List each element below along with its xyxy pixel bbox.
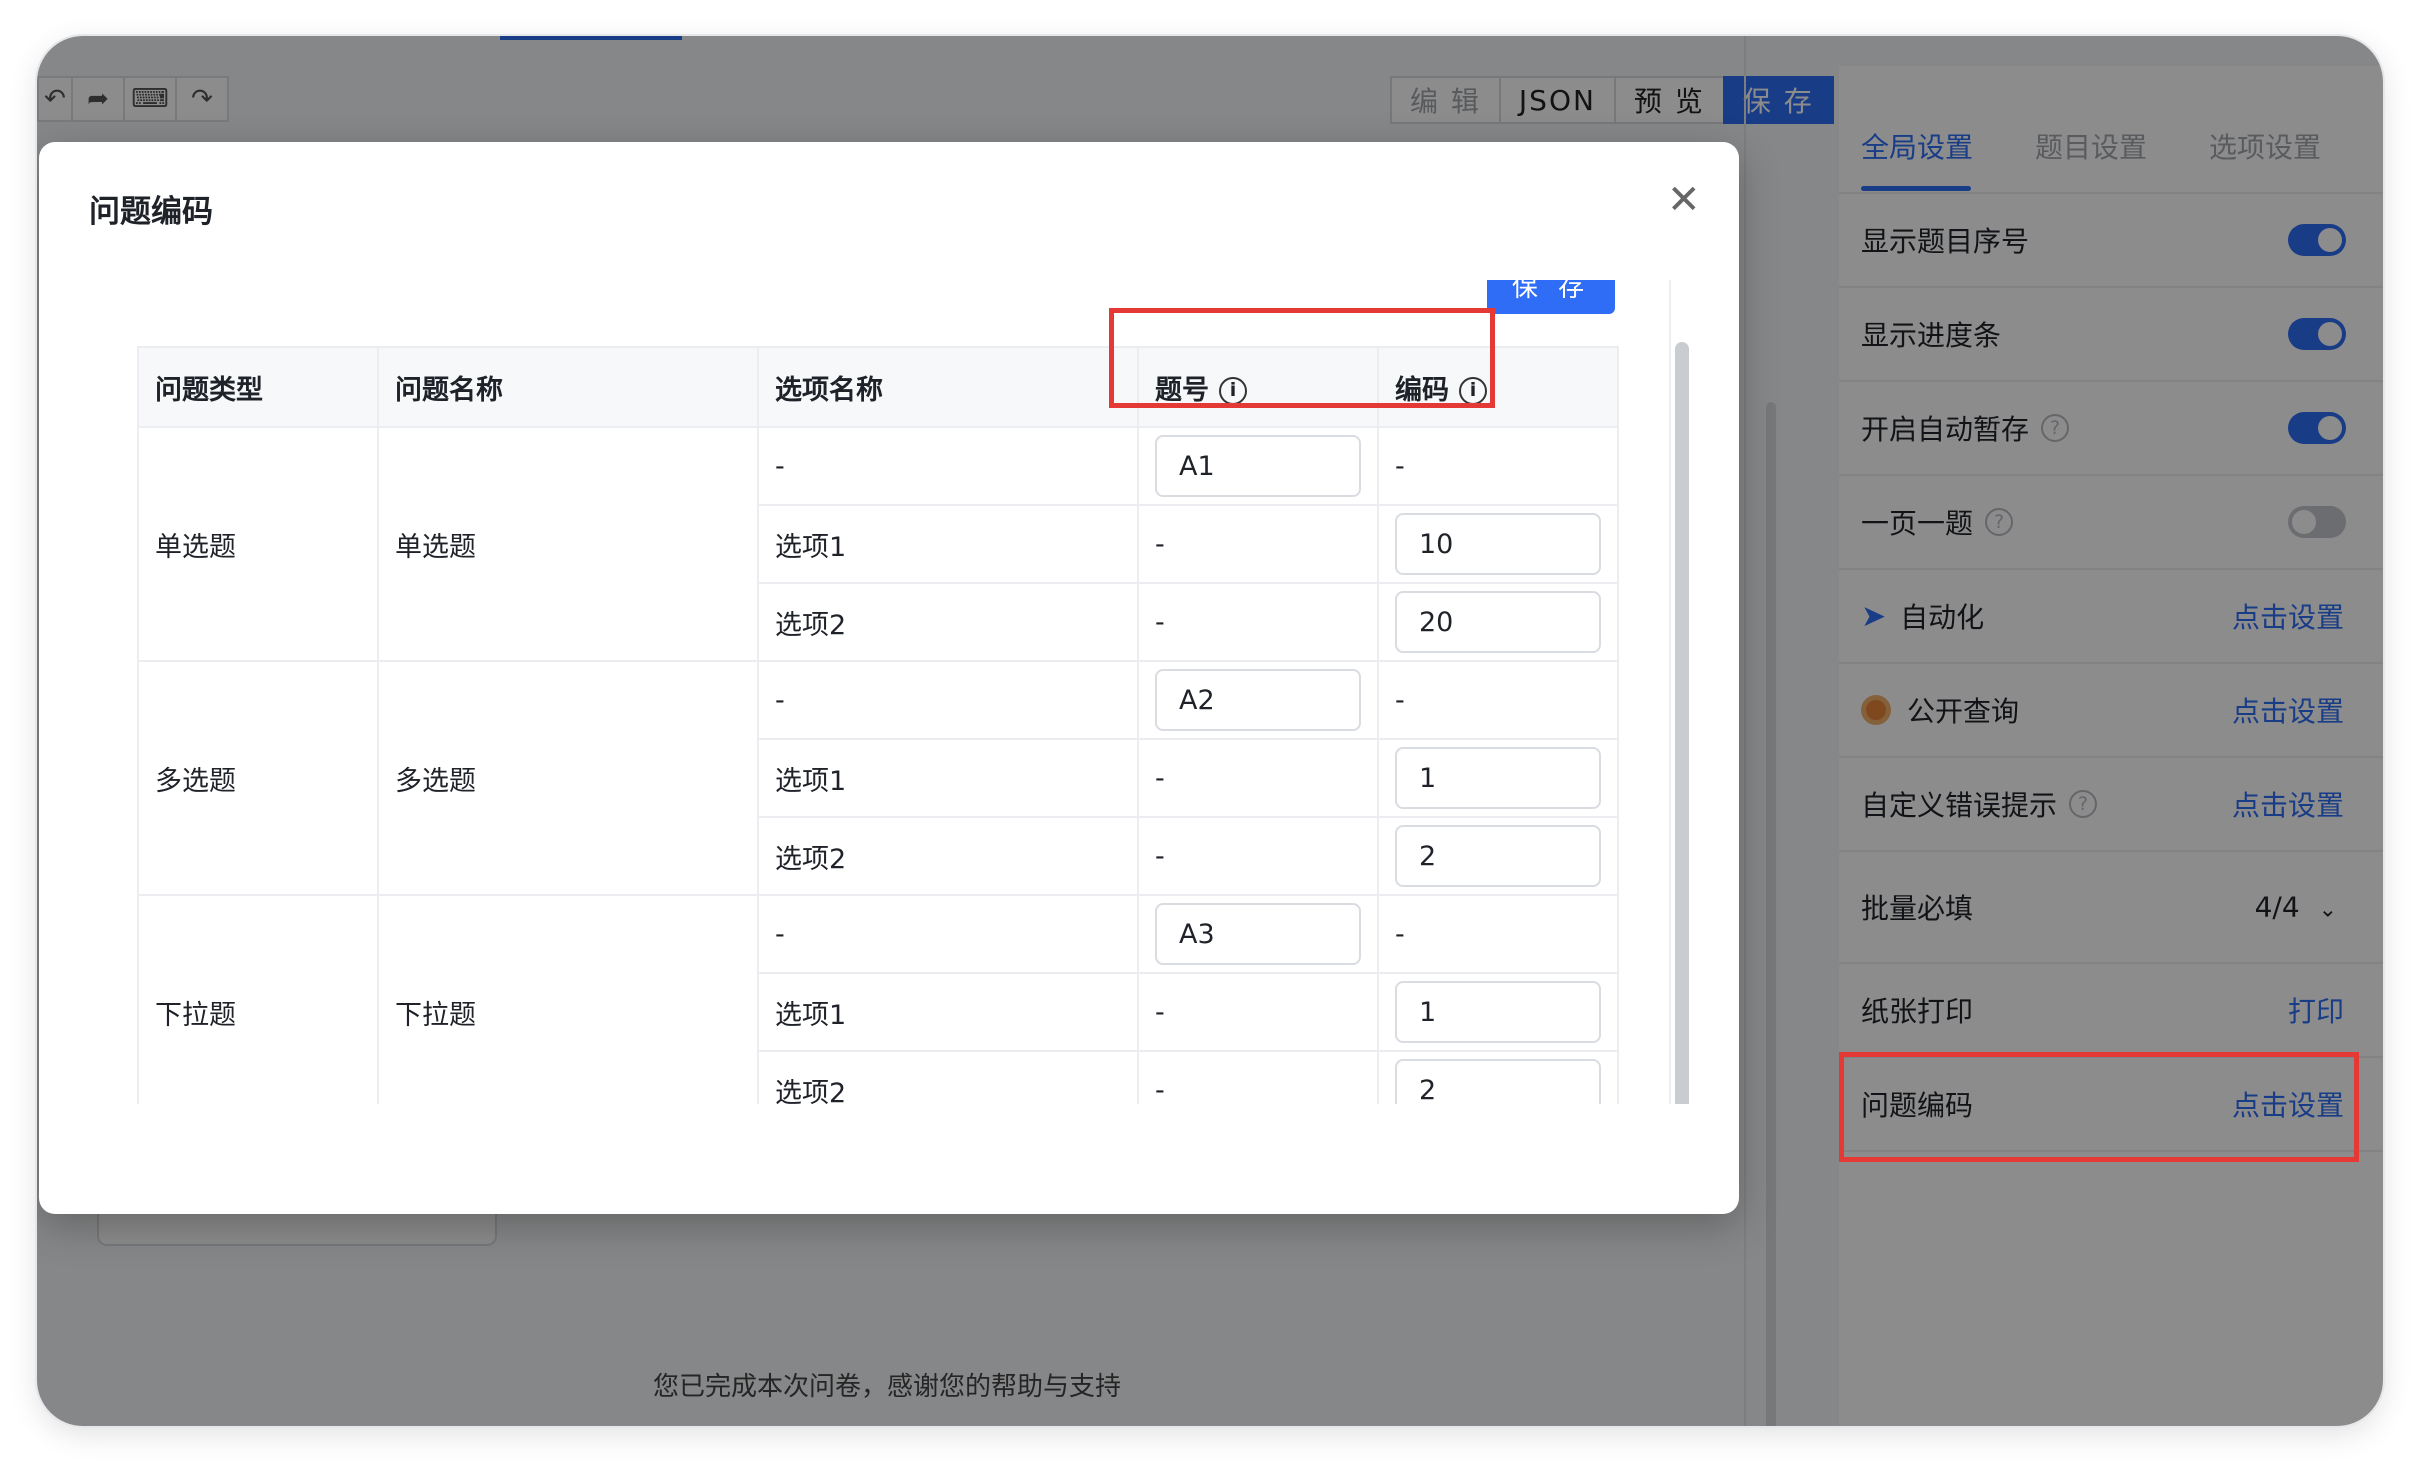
option-name-cell: 选项1 — [757, 504, 1139, 584]
question-number-cell: - — [1137, 738, 1379, 818]
table-row: 单选题 单选题 - A1- — [137, 426, 1619, 662]
question-number-cell: - — [1137, 582, 1379, 662]
code-cell: - — [1377, 894, 1619, 974]
question-number-cell: - — [1137, 1050, 1379, 1104]
question-name-cell: 下拉题 — [377, 894, 759, 1104]
question-type-cell: 多选题 — [137, 660, 379, 896]
option-name-cell: - — [757, 426, 1139, 506]
question-number-input[interactable]: A3 — [1155, 903, 1361, 965]
question-name-cell: 单选题 — [377, 426, 759, 662]
option-name-cell: 选项1 — [757, 972, 1139, 1052]
dialog-scrollbar[interactable] — [1675, 342, 1689, 1104]
code-cell: 2 — [1377, 1050, 1619, 1104]
highlight-header-columns — [1109, 308, 1495, 408]
col-option-name: 选项名称 — [757, 346, 1139, 428]
code-cell: - — [1377, 660, 1619, 740]
question-name-cell: 多选题 — [377, 660, 759, 896]
code-input[interactable]: 2 — [1395, 825, 1601, 887]
code-cell: 1 — [1377, 738, 1619, 818]
option-name-cell: - — [757, 894, 1139, 974]
option-name-cell: 选项2 — [757, 582, 1139, 662]
table-row: 下拉题 下拉题 - A3- — [137, 894, 1619, 1104]
code-input[interactable]: 2 — [1395, 1059, 1601, 1104]
table-row: 多选题 多选题 - A2- — [137, 660, 1619, 896]
code-cell: 10 — [1377, 504, 1619, 584]
code-input[interactable]: 1 — [1395, 747, 1601, 809]
question-number-input[interactable]: A2 — [1155, 669, 1361, 731]
code-cell: - — [1377, 426, 1619, 506]
code-cell: 1 — [1377, 972, 1619, 1052]
question-number-input[interactable]: A1 — [1155, 435, 1361, 497]
col-question-type: 问题类型 — [137, 346, 379, 428]
question-number-cell: A1 — [1137, 426, 1379, 506]
dialog-title: 问题编码 — [89, 194, 213, 230]
code-cell: 2 — [1377, 816, 1619, 896]
question-number-cell: - — [1137, 504, 1379, 584]
code-input[interactable]: 20 — [1395, 591, 1601, 653]
question-number-cell: A3 — [1137, 894, 1379, 974]
app-window: ↶ ➦ ⌨ ↷ 编 辑 JSON 预 览 保 存 您已完成本次问卷，感谢您的帮助… — [37, 36, 2383, 1426]
col-question-name: 问题名称 — [377, 346, 759, 428]
code-input[interactable]: 1 — [1395, 981, 1601, 1043]
question-number-cell: - — [1137, 972, 1379, 1052]
question-number-cell: A2 — [1137, 660, 1379, 740]
option-name-cell: - — [757, 660, 1139, 740]
dialog-save-button[interactable]: 保 存 — [1487, 280, 1615, 314]
option-name-cell: 选项2 — [757, 816, 1139, 896]
question-type-cell: 下拉题 — [137, 894, 379, 1104]
question-number-cell: - — [1137, 816, 1379, 896]
highlight-question-code-row — [1839, 1052, 2359, 1162]
code-table: 问题类型 问题名称 选项名称 题号 i 编码 i 单选题 单选题 - A1- 选项1-10 选… — [137, 346, 1619, 1104]
code-input[interactable]: 10 — [1395, 513, 1601, 575]
question-code-dialog: 问题编码 ✕ 保 存 问题类型 问题名称 选项名称 题号 i 编码 i 单选题 单选 — [39, 142, 1739, 1214]
question-type-cell: 单选题 — [137, 426, 379, 662]
code-cell: 20 — [1377, 582, 1619, 662]
option-name-cell: 选项2 — [757, 1050, 1139, 1104]
close-icon[interactable]: ✕ — [1667, 180, 1701, 220]
option-name-cell: 选项1 — [757, 738, 1139, 818]
